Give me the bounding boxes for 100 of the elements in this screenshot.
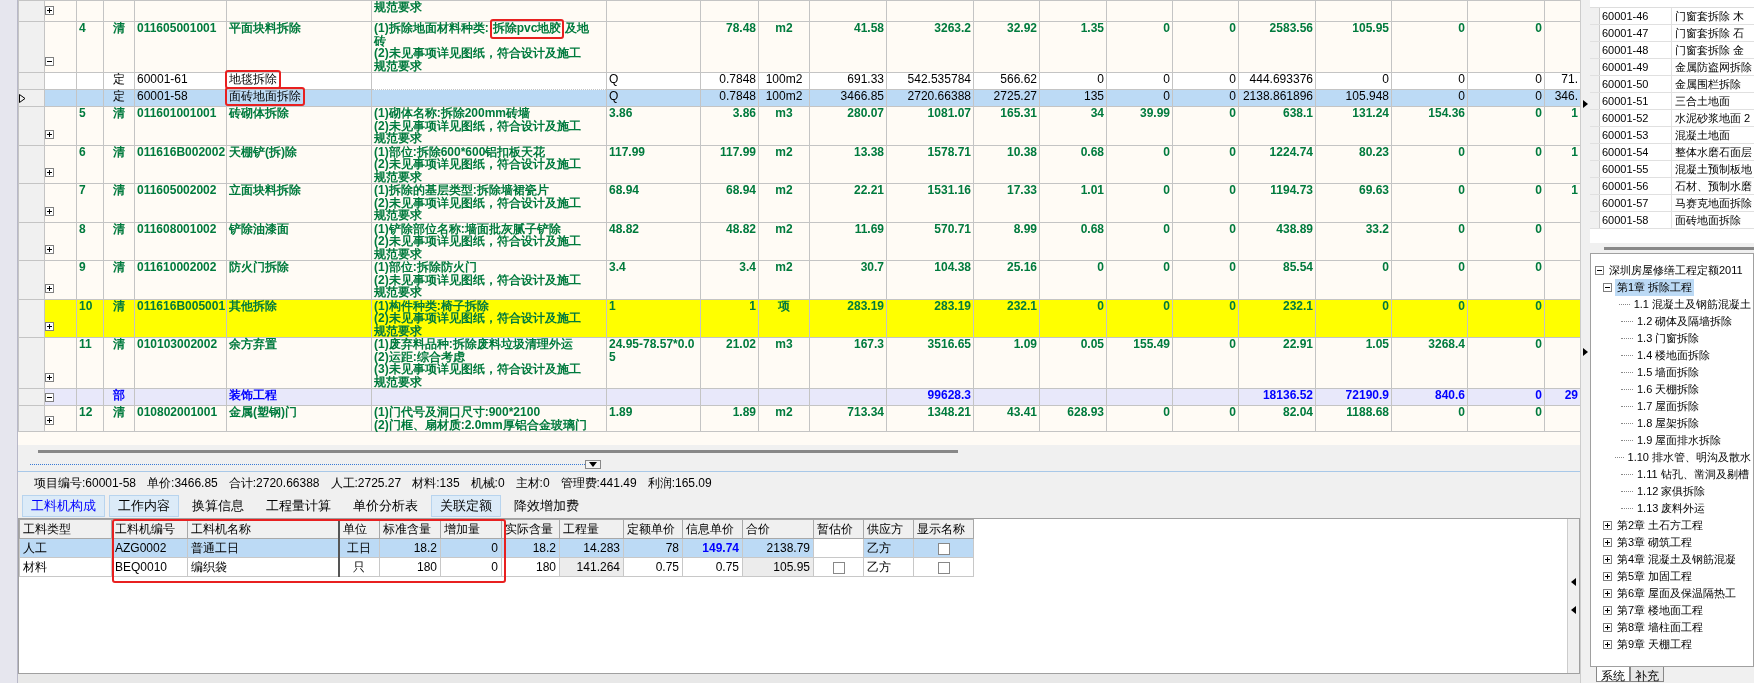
quota-name[interactable]: 马赛克地面拆除 [1672,195,1754,211]
tree-item[interactable]: 第5章 加固工程 [1615,568,1695,585]
tree-item[interactable]: 1.7 屋面拆除 [1635,398,1702,415]
expand-toggle-icon[interactable] [1603,572,1612,581]
detail-tab[interactable]: 工程量计算 [257,495,340,517]
table-row[interactable]: 规范要求 [18,0,1580,22]
column-header[interactable]: 工料类型 [19,519,112,539]
tree-item[interactable]: 深圳房屋修缮工程定额2011 [1607,262,1745,279]
tree-item[interactable]: 1.2 砌体及隔墙拆除 [1635,313,1735,330]
expand-toggle-icon[interactable] [45,206,54,216]
detail-tab[interactable]: 换算信息 [183,495,253,517]
column-header[interactable]: 实际含量 [501,519,560,539]
table-row[interactable]: 7 清 011605002002 立面块料拆除 (1)拆除的基层类型:拆除墙裙瓷片 (2)未见事项详见图纸，符合设计及施工 规范要求 68.94 68.94 m2 22.21 1531.16 17.33 1.01 0 0 1194.73 69.63 0 0 1 [18,183,1580,222]
table-row[interactable]: 12 清 010802001001 金属(塑钢)门 (1)门代号及洞口尺寸:900*2100 (2)门框、扇材质:2.0mm厚铝合金玻璃门 1.89 1.89 m2 713.34 1348.21 43.41 628.93 0 0 82.04 1188.68 0 0 [18,405,1580,432]
quota-name[interactable]: 混凝土地面 [1672,127,1754,143]
tree-item[interactable]: 1.1 混凝土及钢筋混凝土 [1631,296,1753,313]
splitter[interactable] [1567,519,1579,673]
expand-toggle-icon[interactable] [45,373,54,382]
detail-tab[interactable]: 单价分析表 [344,495,427,517]
expand-right-icon[interactable] [1583,348,1588,356]
quota-name[interactable]: 金属围栏拆除 [1672,76,1754,92]
checkbox[interactable] [832,561,845,574]
tree-item[interactable]: 1.11 钻孔、凿洞及剔槽 [1635,466,1751,483]
quota-code[interactable]: 60001-58 [1600,212,1672,228]
checkbox[interactable] [937,561,950,574]
detail-tab[interactable]: 关联定额 [431,495,501,517]
horizontal-scrollbar[interactable] [38,450,958,453]
column-header[interactable]: 信息单价 [682,519,743,539]
table-row[interactable]: 5 清 011601001001 砖砌体拆除 (1)砌体名称:拆除200mm砖墙 (2)未见事项详见图纸，符合设计及施工 规范要求 3.86 3.86 m3 280.07 1081.07 165.31 34 39.99 0 638.1 131.24 154.36 0 1 [18,106,1580,145]
detail-tab[interactable]: 工作内容 [109,495,179,517]
expand-toggle-icon[interactable] [45,129,54,139]
expand-right-icon[interactable] [1583,100,1588,108]
quota-code[interactable]: 60001-55 [1600,161,1672,177]
tree-item[interactable]: 1.3 门窗拆除 [1635,330,1702,347]
quota-name[interactable]: 门窗套拆除 石 [1672,25,1754,41]
tree-item[interactable]: 1.8 屋架拆除 [1635,415,1702,432]
expand-toggle-icon[interactable] [1603,640,1612,649]
quota-code[interactable]: 60001-46 [1600,8,1672,24]
column-header[interactable]: 供应方 [863,519,914,539]
column-header[interactable]: 显示名称 [913,519,974,539]
column-header[interactable]: 定额单价 [623,519,683,539]
checkbox[interactable] [937,542,950,555]
collapse-left-icon[interactable] [1571,578,1576,586]
tree-item[interactable]: 第7章 楼地面工程 [1615,602,1706,619]
library-tab[interactable]: 系统 [1596,667,1630,682]
detail-tab[interactable]: 工料机构成 [22,495,105,517]
table-row[interactable]: 4 清 011605001001 平面块料拆除 (1)拆除地面材料种类: 拆除pvc地胶 及地 砖 (2)未见事项详见图纸，符合设计及施工 规范要求 78.48 m2 41.58 3263.2 32.92 1.35 0 0 2583.56 105.95 0 0 [18,21,1580,73]
expand-toggle-icon[interactable] [45,168,54,177]
tree-item[interactable]: 1.5 墙面拆除 [1635,364,1702,381]
tree-item[interactable]: 1.10 排水管、明沟及散水 [1625,449,1753,466]
expand-toggle-icon[interactable] [45,245,54,254]
quota-name[interactable]: 门窗套拆除 木 [1672,8,1754,24]
tree-item[interactable]: 第6章 屋面及保温隔热工 [1615,585,1739,602]
expand-toggle-icon[interactable] [1603,555,1612,564]
tree-item[interactable]: 1.13 废料外运 [1635,500,1708,517]
table-row[interactable]: 9 清 011610002002 防火门拆除 (1)部位:拆除防火门 (2)未见事项详见图纸，符合设计及施工 规范要求 3.4 3.4 m2 30.7 104.38 25.16 0 0 0 85.54 0 0 0 [18,260,1580,299]
tree-item[interactable]: 1.12 家俱拆除 [1635,483,1708,500]
quota-code[interactable]: 60001-50 [1600,76,1672,92]
tree-item[interactable]: 1.4 楼地面拆除 [1635,347,1713,364]
quota-code[interactable]: 60001-56 [1600,178,1672,194]
column-header[interactable]: 合价 [742,519,814,539]
column-header[interactable]: 工程量 [559,519,624,539]
collapse-toggle-icon[interactable] [1603,283,1612,292]
quota-code[interactable]: 60001-51 [1600,93,1672,109]
expand-toggle-icon[interactable] [1603,606,1612,615]
expand-toggle-icon[interactable] [1603,538,1612,547]
expand-toggle-icon[interactable] [1603,623,1612,632]
collapse-toggle-icon[interactable] [45,392,54,402]
expand-toggle-icon[interactable] [45,416,54,425]
quota-code[interactable]: 60001-48 [1600,42,1672,58]
table-row[interactable]: 10 清 011616B005001 其他拆除 (1)构件种类:椅子拆除 (2)未见事项详见图纸，符合设计及施工 规范要求 1 1 项 283.19 283.19 232.1 0 0 0 232.1 0 0 0 [18,299,1580,338]
quota-code[interactable]: 60001-54 [1600,144,1672,160]
table-row[interactable]: 6 清 011616B002002 天棚铲(拆)除 (1)部位:拆除600*600铝扣板天花 (2)未见事项详见图纸，符合设计及施工 规范要求 117.99 117.99 m2 13.38 1578.71 10.38 0.68 0 0 1224.74 80.23 0 0 1 [18,145,1580,184]
quota-name[interactable]: 面砖地面拆除 [1672,212,1754,228]
quota-name[interactable]: 混凝土预制板地 [1672,161,1754,177]
quota-code[interactable]: 60001-49 [1600,59,1672,75]
collapse-button[interactable] [585,460,601,469]
tree-item[interactable]: 第3章 砌筑工程 [1615,534,1695,551]
tree-item[interactable]: 第2章 土石方工程 [1615,517,1706,534]
quota-code[interactable]: 60001-53 [1600,127,1672,143]
expand-toggle-icon[interactable] [1603,521,1612,530]
quota-name[interactable]: 门窗套拆除 金 [1672,42,1754,58]
quota-name[interactable]: 金属防盗网拆除 [1672,59,1754,75]
tree-item[interactable]: 第4章 混凝土及钢筋混凝 [1615,551,1739,568]
collapse-toggle-icon[interactable] [1595,266,1604,275]
quota-code[interactable]: 60001-47 [1600,25,1672,41]
library-tab[interactable]: 补充 [1630,667,1664,682]
table-row[interactable]: 8 清 011608001002 铲除油漆面 (1)铲除部位名称:墙面批灰腻子铲除 (2)未见事项详见图纸，符合设计及施工 规范要求 48.82 48.82 m2 11.69 570.71 8.99 0.68 0 0 438.89 33.2 0 0 [18,222,1580,261]
quota-name[interactable]: 石材、预制水磨 [1672,178,1754,194]
tree-item[interactable]: 第1章 拆除工程 [1615,279,1695,296]
collapse-left-icon[interactable] [1571,606,1576,614]
quota-name[interactable]: 水泥砂浆地面 2 [1672,110,1754,126]
quota-name[interactable]: 三合土地面 [1672,93,1754,109]
expand-toggle-icon[interactable] [1603,589,1612,598]
tree-item[interactable]: 第9章 天棚工程 [1615,636,1695,653]
expand-toggle-icon[interactable] [45,6,54,15]
tree-item[interactable]: 第8章 墙柱面工程 [1615,619,1706,636]
collapse-toggle-icon[interactable] [45,57,54,66]
expand-toggle-icon[interactable] [45,322,54,331]
tree-item[interactable]: 1.9 屋面排水拆除 [1635,432,1724,449]
